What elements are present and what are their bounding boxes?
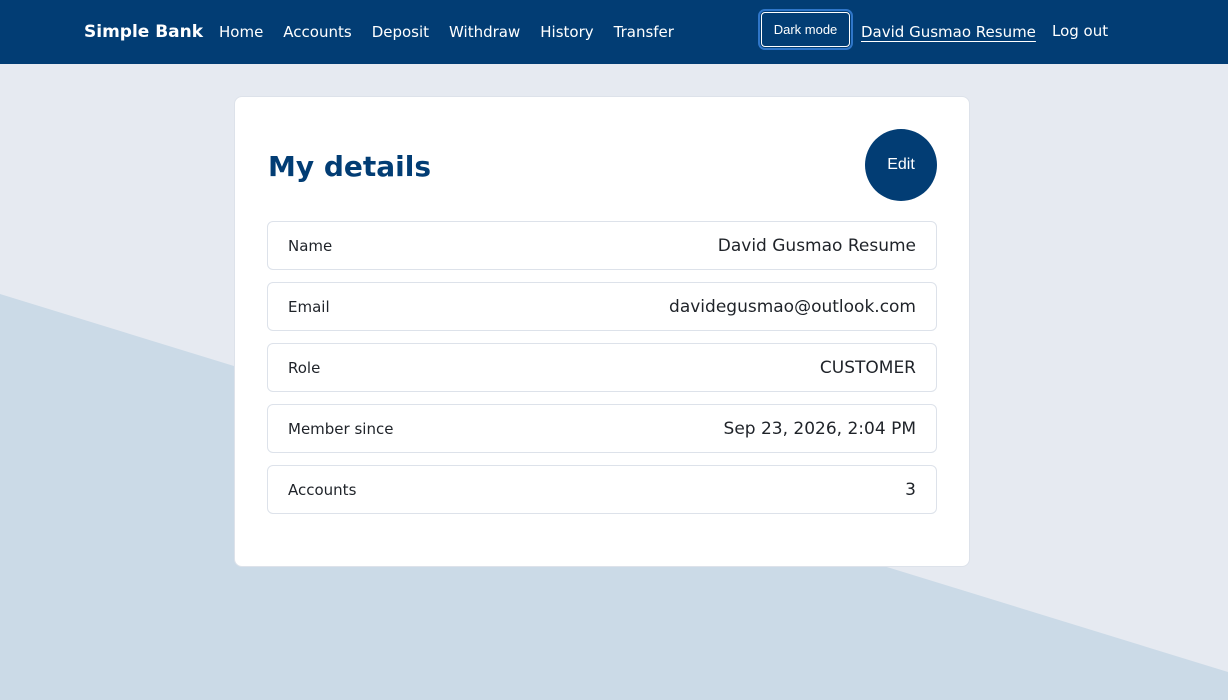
detail-value: 3 [905, 479, 916, 500]
detail-label: Email [288, 297, 330, 316]
top-navbar: Simple Bank Home Accounts Deposit Withdr… [0, 0, 1228, 64]
detail-row-member-since: Member since Sep 23, 2026, 2:04 PM [267, 404, 937, 453]
detail-label: Role [288, 358, 321, 377]
user-profile-link[interactable]: David Gusmao Resume [861, 0, 1036, 64]
detail-value: Sep 23, 2026, 2:04 PM [723, 418, 916, 439]
nav-link-history[interactable]: History [540, 23, 593, 41]
detail-value: David Gusmao Resume [717, 235, 916, 256]
logout-link[interactable]: Log out [1052, 0, 1108, 62]
nav-link-accounts[interactable]: Accounts [283, 23, 351, 41]
detail-row-name: Name David Gusmao Resume [267, 221, 937, 270]
dark-mode-button[interactable]: Dark mode [758, 9, 853, 50]
brand-logo[interactable]: Simple Bank [84, 0, 203, 64]
detail-value: davidegusmao@outlook.com [669, 296, 916, 317]
detail-row-email: Email davidegusmao@outlook.com [267, 282, 937, 331]
detail-list: Name David Gusmao Resume Email davidegus… [267, 221, 937, 526]
nav-link-withdraw[interactable]: Withdraw [449, 23, 520, 41]
nav-links: Home Accounts Deposit Withdraw History T… [219, 0, 674, 64]
nav-link-home[interactable]: Home [219, 23, 263, 41]
detail-label: Name [288, 236, 333, 255]
detail-value: CUSTOMER [819, 357, 916, 378]
detail-label: Member since [288, 419, 394, 438]
page-title: My details [268, 150, 432, 183]
detail-label: Accounts [288, 480, 357, 499]
nav-link-transfer[interactable]: Transfer [614, 23, 674, 41]
edit-button[interactable]: Edit [865, 129, 937, 201]
nav-link-deposit[interactable]: Deposit [372, 23, 429, 41]
detail-row-accounts: Accounts 3 [267, 465, 937, 514]
detail-row-role: Role CUSTOMER [267, 343, 937, 392]
details-card: My details Edit Name David Gusmao Resume… [234, 96, 970, 567]
